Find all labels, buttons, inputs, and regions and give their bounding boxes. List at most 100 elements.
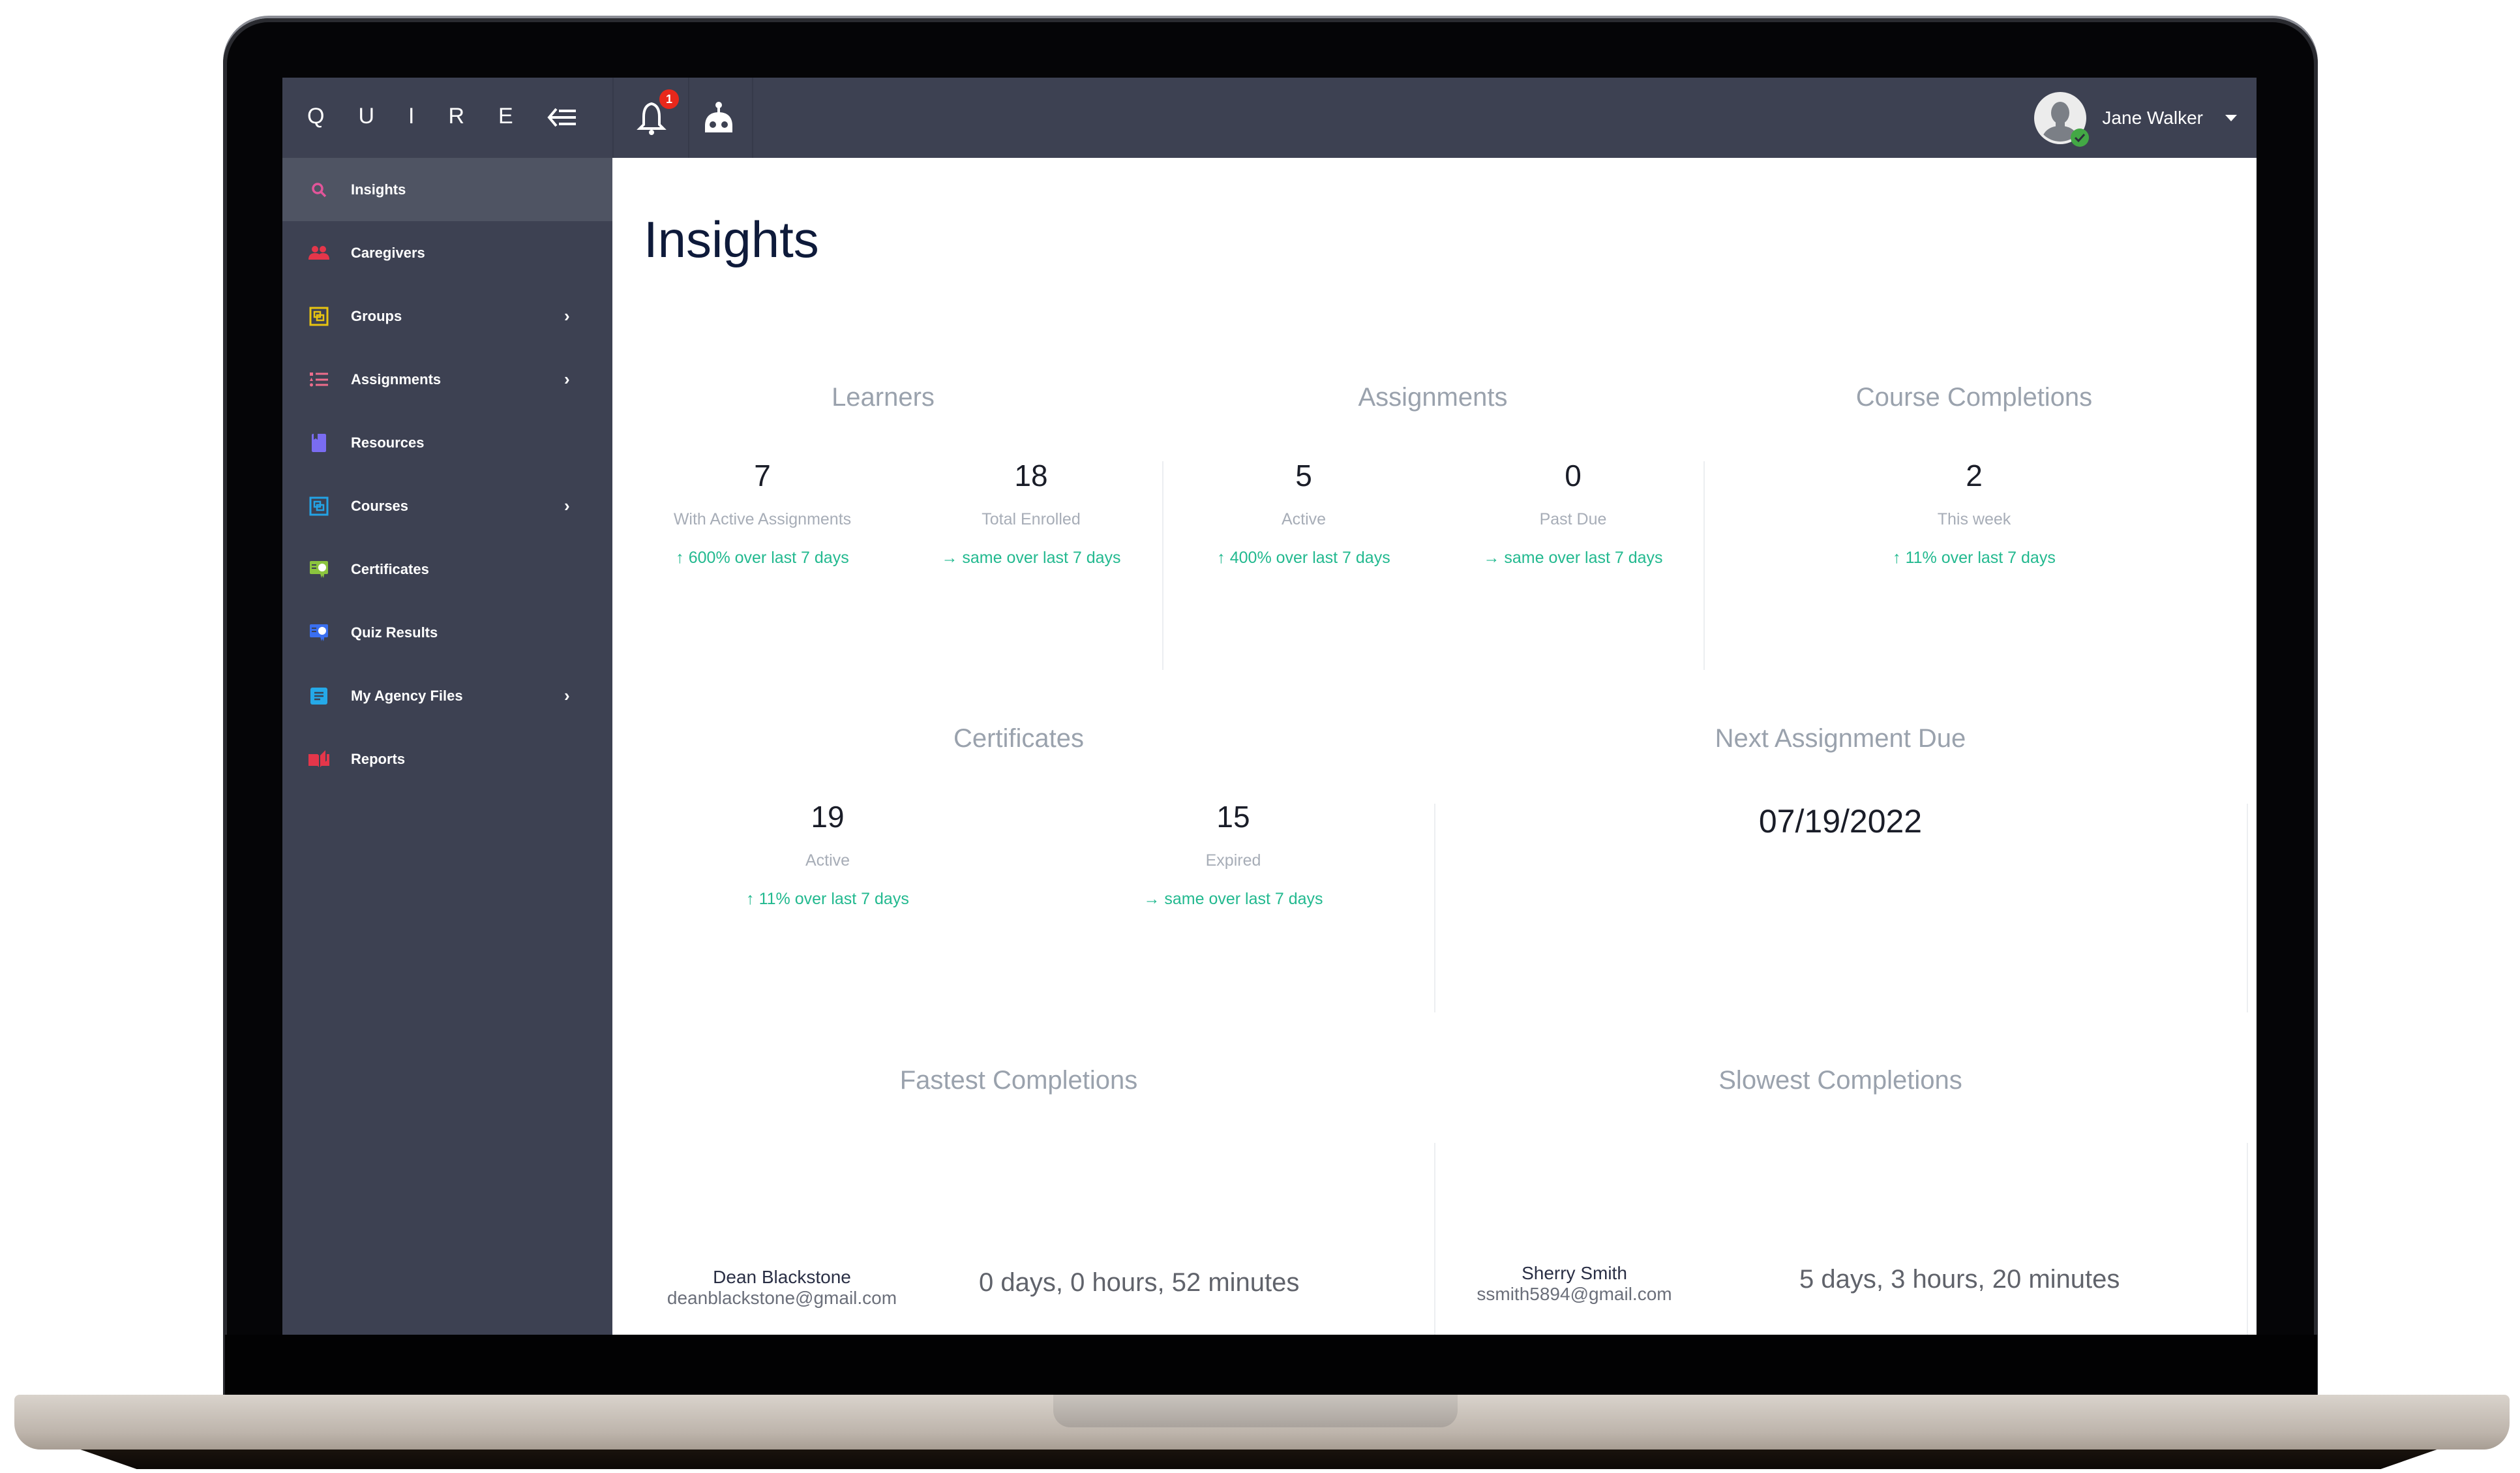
column-divider — [2247, 804, 2248, 1012]
notification-badge: 1 — [659, 89, 679, 109]
learner-email: deanblackstone@gmail.com — [667, 1288, 897, 1308]
stat-value: 15 — [1216, 800, 1250, 834]
stat-label: Past Due — [1539, 510, 1607, 528]
next-assignment-title: Next Assignment Due — [1715, 724, 1966, 753]
arrow-right-icon: → — [1483, 549, 1505, 567]
sidebar-item-label: Quiz Results — [351, 624, 438, 641]
book-icon — [308, 749, 329, 770]
topbar-divider — [612, 78, 614, 158]
course-icon — [308, 496, 329, 517]
collapse-sidebar-button[interactable] — [546, 101, 578, 134]
stat-assignments-past-due: 0 Past Due → same over last 7 days — [1436, 458, 1710, 568]
people-icon — [308, 243, 329, 264]
stat-trend: → same over last 7 days — [1143, 890, 1323, 908]
top-bar: QUIRE 1 Jane Walker — [282, 78, 2257, 159]
search-icon — [308, 179, 329, 200]
sidebar-item-label: Certificates — [351, 560, 429, 577]
sidebar-item-quiz-results[interactable]: Quiz Results — [282, 601, 612, 664]
sidebar-item-certificates[interactable]: Certificates — [282, 538, 612, 601]
sidebar-item-label: Assignments — [351, 371, 442, 387]
learners-title: Learners — [832, 383, 935, 412]
bookmark-icon — [308, 433, 329, 453]
sidebar-item-courses[interactable]: Courses › — [282, 474, 612, 538]
arrow-up-icon: ↑ — [746, 890, 759, 908]
column-divider — [2247, 1143, 2248, 1335]
assistant-bot-button[interactable] — [701, 100, 736, 136]
stat-certificates-active: 19 Active ↑ 11% over last 7 days — [691, 799, 965, 909]
next-assignment-date: 07/19/2022 — [1758, 803, 1923, 840]
stat-label: With Active Assignments — [673, 510, 852, 528]
stat-course-completions: 2 This week ↑ 11% over last 7 days — [1837, 458, 2111, 568]
column-divider — [1703, 461, 1705, 670]
arrow-up-icon: ↑ — [1893, 549, 1906, 567]
arrow-right-icon: → — [1143, 890, 1165, 908]
certificate-icon — [308, 559, 329, 580]
online-status-indicator — [2071, 129, 2090, 147]
column-divider — [1162, 461, 1163, 670]
sidebar-item-label: Reports — [351, 750, 406, 767]
sidebar-item-label: Insights — [351, 181, 406, 198]
app-screen: QUIRE 1 Jane Walker Insights Caregivers … — [282, 78, 2257, 1335]
sidebar-item-resources[interactable]: Resources — [282, 411, 612, 474]
learner-name: Dean Blackstone — [713, 1267, 851, 1287]
arrow-up-icon: ↑ — [676, 549, 689, 567]
laptop-bezel — [225, 1335, 2317, 1395]
chevron-right-icon: › — [564, 496, 570, 515]
laptop-notch — [1053, 1395, 1458, 1427]
user-menu[interactable]: Jane Walker — [2034, 91, 2237, 147]
main-content: Insights Learners 7 With Active Assignme… — [612, 158, 2257, 1335]
stat-value: 5 — [1295, 459, 1312, 493]
certificates-title: Certificates — [953, 724, 1085, 753]
stat-value: 7 — [754, 459, 771, 493]
page-title: Insights — [644, 211, 819, 268]
fastest-learner[interactable]: Dean Blackstone deanblackstone@gmail.com — [645, 1267, 919, 1309]
slowest-completions-title: Slowest Completions — [1718, 1066, 1962, 1095]
column-divider — [1434, 1143, 1435, 1335]
sidebar: Insights Caregivers Groups › Assignments… — [282, 158, 612, 1335]
app-logo[interactable]: QUIRE — [307, 104, 547, 129]
stat-trend: ↑ 600% over last 7 days — [676, 549, 849, 567]
sidebar-item-caregivers[interactable]: Caregivers — [282, 221, 612, 284]
robot-icon — [705, 102, 732, 132]
arrow-right-icon: → — [941, 549, 963, 567]
assignments-title: Assignments — [1358, 383, 1508, 412]
stat-learners-total: 18 Total Enrolled → same over last 7 day… — [894, 458, 1168, 568]
sidebar-item-label: Courses — [351, 497, 409, 514]
avatar[interactable] — [2034, 92, 2090, 147]
stat-value: 2 — [1966, 459, 1983, 493]
stat-label: Active — [805, 851, 850, 870]
list-icon — [308, 369, 329, 390]
learner-name: Sherry Smith — [1522, 1263, 1627, 1283]
fastest-completions-title: Fastest Completions — [899, 1066, 1138, 1095]
stat-learners-active: 7 With Active Assignments ↑ 600% over la… — [625, 458, 899, 568]
sidebar-item-label: Caregivers — [351, 244, 425, 261]
stat-value: 19 — [811, 800, 845, 834]
sidebar-item-label: Groups — [351, 307, 402, 324]
chevron-right-icon: › — [564, 369, 570, 389]
group-icon — [308, 306, 329, 327]
topbar-divider — [688, 78, 689, 158]
user-name: Jane Walker — [2102, 108, 2203, 128]
chevron-down-icon[interactable] — [2225, 115, 2237, 121]
stat-label: Total Enrolled — [982, 510, 1081, 528]
sidebar-item-groups[interactable]: Groups › — [282, 284, 612, 348]
stat-trend: ↑ 11% over last 7 days — [746, 890, 909, 908]
sidebar-item-assignments[interactable]: Assignments › — [282, 348, 612, 411]
sidebar-item-label: My Agency Files — [351, 687, 463, 704]
stat-label: This week — [1937, 510, 2011, 528]
arrow-up-icon: ↑ — [1217, 549, 1230, 567]
stat-label: Active — [1281, 510, 1327, 528]
stat-trend: ↑ 400% over last 7 days — [1217, 549, 1390, 567]
learner-email: ssmith5894@gmail.com — [1477, 1284, 1672, 1304]
chevron-right-icon: › — [564, 306, 570, 326]
slowest-learner[interactable]: Sherry Smith ssmith5894@gmail.com — [1437, 1263, 1711, 1305]
stat-certificates-expired: 15 Expired → same over last 7 days — [1096, 799, 1370, 909]
sidebar-item-insights[interactable]: Insights — [282, 158, 612, 221]
collapse-menu-icon — [547, 108, 576, 127]
slowest-duration: 5 days, 3 hours, 20 minutes — [1799, 1265, 2120, 1294]
stat-label: Expired — [1205, 851, 1261, 870]
quiz-icon — [308, 622, 329, 643]
fastest-duration: 0 days, 0 hours, 52 minutes — [979, 1268, 1300, 1297]
sidebar-item-my-agency-files[interactable]: My Agency Files › — [282, 664, 612, 727]
sidebar-item-reports[interactable]: Reports — [282, 727, 612, 791]
